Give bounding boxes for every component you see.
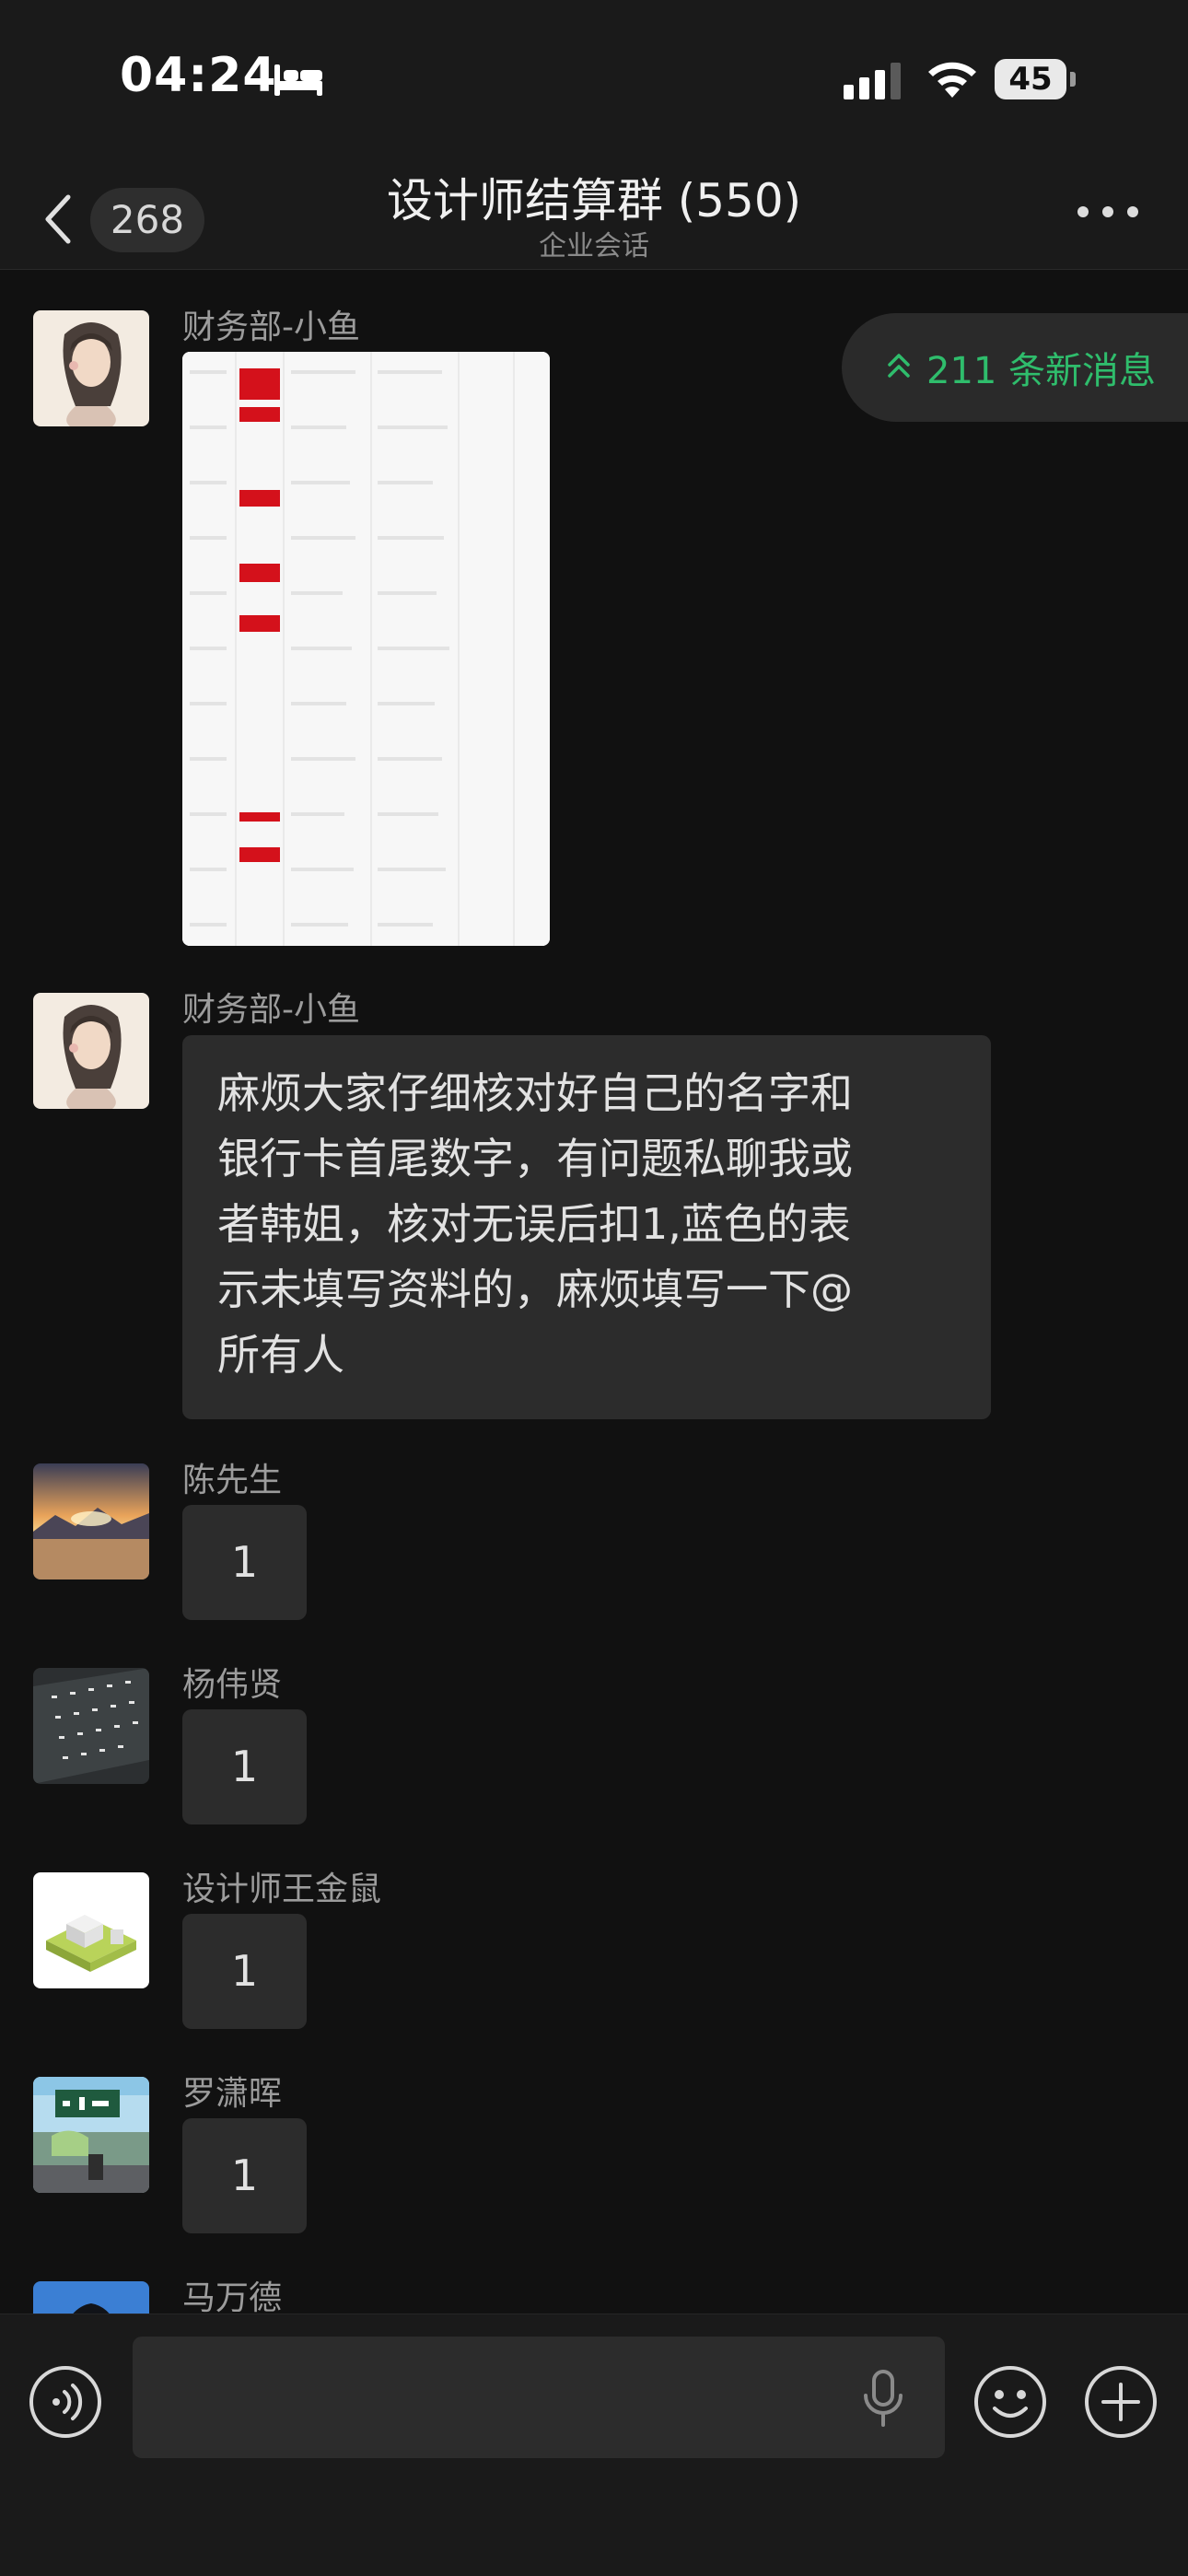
message-line: 示未填写资料的，麻烦填写一下@: [217, 1265, 853, 1314]
sender-name: 杨伟贤: [182, 1666, 283, 1704]
bed-icon: [274, 64, 322, 96]
avatar[interactable]: [33, 310, 149, 426]
plus-icon[interactable]: [1083, 2364, 1159, 2440]
back-button[interactable]: 268: [37, 181, 212, 254]
message-line: 银行卡首尾数字，有问题私聊我或: [217, 1134, 853, 1183]
avatar[interactable]: [33, 993, 149, 1109]
sender-name: 设计师王金鼠: [182, 1871, 382, 1908]
message-line: 所有人: [217, 1330, 344, 1380]
back-chevron-icon: [45, 194, 71, 244]
microphone-icon[interactable]: [860, 2368, 906, 2429]
signal-icon: [844, 63, 901, 99]
spreadsheet-image-message[interactable]: [182, 352, 550, 946]
new-messages-label: 211 条新消息: [926, 350, 1157, 392]
status-bar: 04:24 45: [0, 0, 1188, 157]
new-messages-button[interactable]: 211 条新消息: [842, 313, 1188, 422]
voice-icon[interactable]: [28, 2364, 103, 2440]
message-line: 者韩姐，核对无误后扣1,蓝色的表: [217, 1199, 851, 1249]
message-input[interactable]: [133, 2337, 945, 2458]
battery-level: 45: [1008, 61, 1053, 98]
message-bubble[interactable]: 1: [182, 2118, 307, 2233]
message-bubble[interactable]: 1: [182, 1505, 307, 1620]
unread-count-badge: 268: [90, 188, 204, 252]
avatar[interactable]: [33, 2077, 149, 2193]
status-time: 04:24: [120, 48, 277, 103]
double-chevron-up-icon: [888, 354, 910, 378]
sender-name: 马万德: [182, 2279, 283, 2317]
wifi-icon: [928, 62, 976, 98]
sender-name: 陈先生: [182, 1462, 283, 1499]
sender-name: 财务部-小鱼: [182, 309, 360, 346]
battery-indicator: 45: [995, 59, 1066, 99]
input-toolbar: [0, 2314, 1188, 2576]
message-bubble[interactable]: 1: [182, 1709, 307, 1824]
more-dots-icon[interactable]: [1076, 199, 1140, 227]
sender-name: 罗潇晖: [182, 2075, 283, 2113]
sender-name: 财务部-小鱼: [182, 991, 360, 1029]
avatar[interactable]: [33, 1463, 149, 1579]
message-bubble[interactable]: 1: [182, 1914, 307, 2029]
message-line: 麻烦大家仔细核对好自己的名字和: [217, 1068, 853, 1118]
message-bubble[interactable]: 麻烦大家仔细核对好自己的名字和 银行卡首尾数字，有问题私聊我或 者韩姐，核对无误…: [182, 1035, 991, 1419]
nav-bar: 设计师结算群 (550) 企业会话 268: [0, 157, 1188, 270]
avatar[interactable]: [33, 1668, 149, 1784]
emoji-icon[interactable]: [973, 2364, 1048, 2440]
battery-cap: [1070, 72, 1076, 87]
avatar[interactable]: [33, 1872, 149, 1988]
